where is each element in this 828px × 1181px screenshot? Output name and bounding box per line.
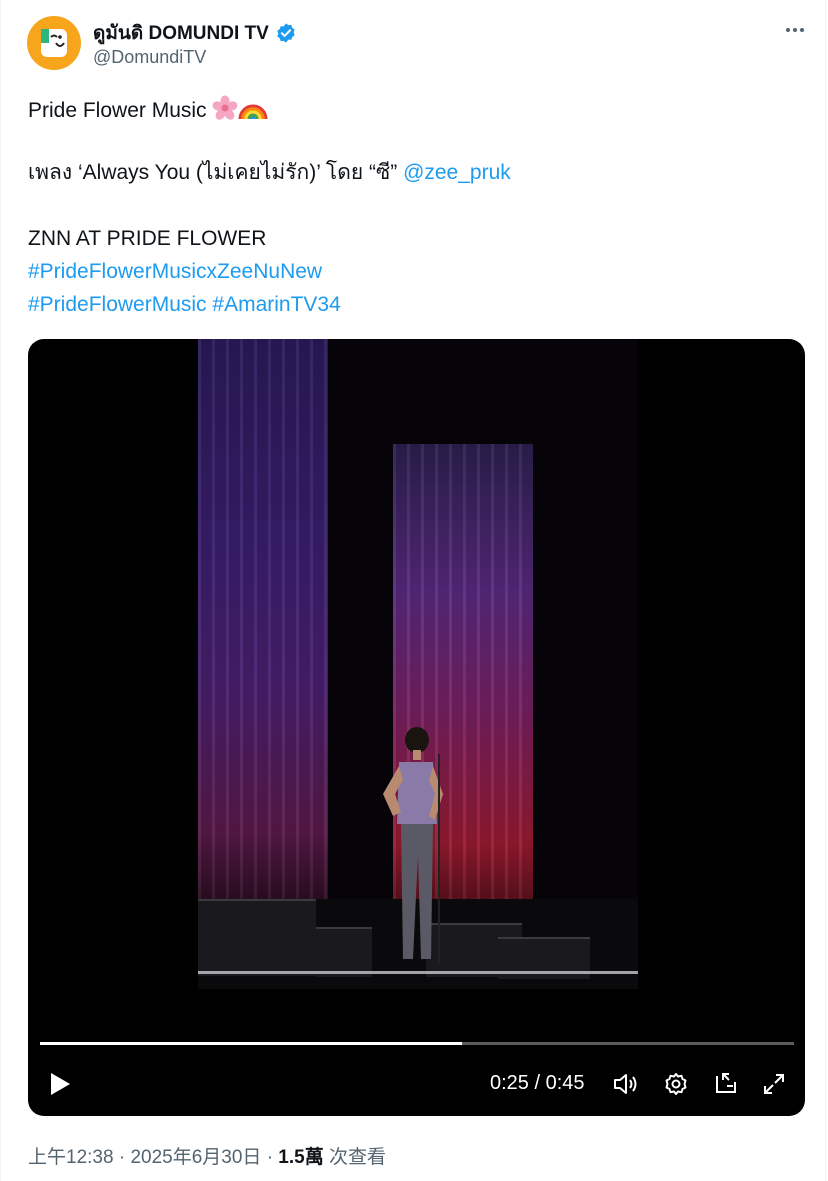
- volume-icon[interactable]: [613, 1070, 641, 1098]
- tweet-title: Pride Flower Music: [28, 99, 207, 122]
- author-name-row[interactable]: ดูมันดิ DOMUNDI TV: [93, 18, 297, 48]
- author-handle[interactable]: @DomundiTV: [93, 47, 206, 68]
- tweet-text-line-5: #PrideFlowerMusic #AmarinTV34: [28, 293, 341, 317]
- tweet-text-line-1: Pride Flower Music: [28, 95, 268, 123]
- stage-speaker: [198, 899, 316, 976]
- song-line: เพลง ‘Always You (ไม่เคยไม่รัก)’ โดย “ซี…: [28, 161, 404, 184]
- tweet-date[interactable]: 2025年6月30日: [130, 1147, 261, 1168]
- stage-edge-light: [198, 971, 638, 974]
- video-frame: [198, 339, 638, 989]
- avatar[interactable]: [27, 16, 81, 70]
- video-progress-fill: [40, 1042, 463, 1045]
- tweet-text-line-3: ZNN AT PRIDE FLOWER: [28, 227, 267, 250]
- hashtag-link[interactable]: #PrideFlowerMusicxZeeNuNew: [28, 260, 322, 283]
- stage-speaker: [316, 927, 372, 977]
- separator: ·: [266, 1147, 274, 1168]
- tweet-time[interactable]: 上午12:38: [28, 1147, 114, 1168]
- video-progress-bar[interactable]: [40, 1042, 794, 1045]
- tweet-metadata: 上午12:38 · 2025年6月30日 · 1.5萬 次查看: [28, 1142, 386, 1169]
- separator: ·: [118, 1147, 126, 1168]
- verified-badge-icon: [277, 23, 295, 43]
- picture-in-picture-icon[interactable]: [712, 1070, 740, 1098]
- video-player[interactable]: 0:25 / 0:45: [28, 339, 805, 1116]
- tweet-text-line-2: เพลง ‘Always You (ไม่เคยไม่รัก)’ โดย “ซี…: [28, 161, 511, 185]
- video-controls: 0:25 / 0:45: [28, 1064, 805, 1104]
- play-icon[interactable]: [46, 1070, 74, 1098]
- video-timecode: 0:25 / 0:45: [490, 1072, 585, 1094]
- rainbow-icon: [238, 104, 268, 120]
- mention-link[interactable]: @zee_pruk: [403, 161, 511, 184]
- view-count: 1.5萬: [278, 1147, 324, 1168]
- fullscreen-icon[interactable]: [760, 1070, 788, 1098]
- tweet-text-line-4: #PrideFlowerMusicxZeeNuNew: [28, 260, 322, 284]
- settings-gear-icon[interactable]: [662, 1070, 690, 1098]
- view-count-label: 次查看: [329, 1147, 387, 1168]
- hashtag-link[interactable]: #AmarinTV34: [212, 293, 340, 316]
- tweet-card: ดูมันดิ DOMUNDI TV @DomundiTV Pride Flow…: [0, 0, 826, 1181]
- domundi-logo-icon: [41, 29, 67, 57]
- more-options-icon[interactable]: [781, 20, 809, 40]
- author-display-name[interactable]: ดูมันดิ DOMUNDI TV: [93, 18, 269, 48]
- hashtag-link[interactable]: #PrideFlowerMusic: [28, 293, 207, 316]
- cherry-blossom-icon: [212, 95, 238, 120]
- stage-screen: [198, 339, 328, 919]
- performer-figure: [383, 727, 443, 964]
